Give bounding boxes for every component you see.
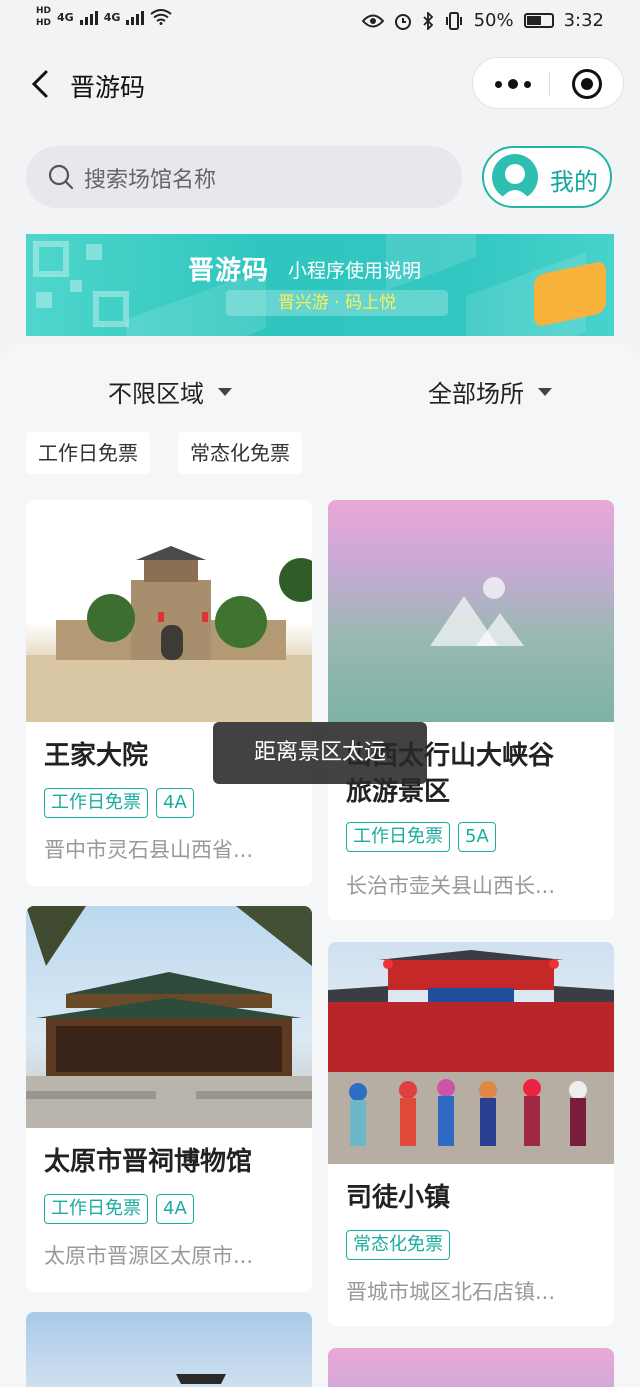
venue-filter-label: 全部场所 — [428, 380, 524, 408]
venue-card[interactable] — [26, 1312, 312, 1387]
venue-filter[interactable]: 全部场所 — [428, 374, 552, 409]
venue-name: 太原市晋祠博物馆 — [44, 1147, 253, 1177]
search-input[interactable]: 搜索场馆名称 — [26, 146, 462, 208]
grade-tag: 4A — [156, 788, 194, 818]
bluetooth-icon — [422, 11, 433, 30]
caret-down-icon — [538, 387, 552, 396]
toast-message: 距离景区太远 — [213, 722, 427, 784]
chip-weekday-free[interactable]: 工作日免票 — [26, 432, 150, 474]
page-title: 晋游码 — [70, 73, 146, 102]
battery-percent: 50% — [473, 10, 514, 31]
venue-card[interactable]: 太原市晋祠博物馆 工作日免票 4A 太原市晋源区太原市... — [26, 906, 312, 1292]
venue-name: 王家大院 — [44, 741, 149, 771]
navigation-bar: 晋游码 — [0, 44, 640, 124]
venue-photo — [26, 1312, 312, 1387]
chip-normal-free[interactable]: 常态化免票 — [178, 432, 302, 474]
battery-icon — [523, 13, 554, 28]
banner-slogan: 晋兴游 · 码上悦 — [226, 290, 448, 316]
venue-photo — [328, 942, 614, 1164]
signal-icon-2 — [126, 9, 145, 25]
network-type-2: 4G — [103, 10, 121, 24]
grade-tag: 4A — [156, 1194, 194, 1224]
ticket-tag: 工作日免票 — [44, 1194, 148, 1224]
eye-icon — [361, 14, 384, 27]
ticket-tag: 工作日免票 — [346, 822, 450, 852]
vibrate-icon — [445, 11, 462, 30]
hd-indicator-2: HD — [36, 18, 52, 28]
venue-address: 长治市壶关县山西长... — [346, 874, 556, 898]
caret-down-icon — [218, 387, 232, 396]
venue-address: 太原市晋源区太原市... — [44, 1244, 254, 1268]
mine-button[interactable]: 我的 — [482, 146, 612, 208]
image-placeholder-icon — [430, 577, 524, 646]
mine-label: 我的 — [550, 168, 598, 196]
alarm-icon — [394, 13, 411, 30]
venue-card[interactable] — [328, 1348, 614, 1387]
ticket-tag: 工作日免票 — [44, 788, 148, 818]
banner-title: 晋游码 — [188, 256, 270, 286]
miniprogram-capsule — [472, 57, 624, 109]
venue-card[interactable]: 司徒小镇 常态化免票 晋城市城区北石店镇... — [328, 942, 614, 1326]
search-placeholder: 搜索场馆名称 — [84, 168, 217, 193]
ticket-tag: 常态化免票 — [346, 1230, 450, 1260]
avatar — [492, 154, 538, 200]
venue-name: 司徒小镇 — [346, 1183, 451, 1213]
venue-photo-placeholder — [328, 1348, 614, 1387]
venue-address: 晋城市城区北石店镇... — [346, 1280, 556, 1304]
signal-icon — [79, 9, 98, 25]
venue-photo — [26, 906, 312, 1128]
hd-indicator: HD — [36, 6, 52, 16]
back-arrow-icon[interactable] — [24, 66, 60, 102]
close-miniprogram-icon[interactable] — [572, 69, 602, 99]
venue-address: 晋中市灵石县山西省... — [44, 838, 254, 862]
banner-subtitle: 小程序使用说明 — [288, 260, 422, 282]
wifi-icon — [150, 9, 173, 25]
region-filter-label: 不限区域 — [108, 380, 204, 408]
capsule-divider — [549, 72, 550, 96]
usage-guide-banner[interactable]: 晋游码 小程序使用说明 晋兴游 · 码上悦 — [26, 234, 614, 336]
venue-card[interactable]: 山西太行山大峡谷 旅游景区 工作日免票 5A 长治市壶关县山西长... — [328, 500, 614, 920]
network-type-1: 4G — [57, 10, 74, 24]
search-icon — [48, 164, 74, 190]
region-filter[interactable]: 不限区域 — [108, 374, 232, 409]
more-icon[interactable] — [495, 74, 531, 94]
qr-code-decoration — [33, 241, 129, 327]
venue-photo — [26, 500, 312, 722]
clock: 3:32 — [563, 10, 604, 31]
venue-card[interactable]: 王家大院 工作日免票 4A 晋中市灵石县山西省... — [26, 500, 312, 886]
grade-tag: 5A — [458, 822, 496, 852]
status-bar: HD HD 4G 4G 50% 3:32 — [0, 0, 640, 44]
venue-photo-placeholder — [328, 500, 614, 722]
